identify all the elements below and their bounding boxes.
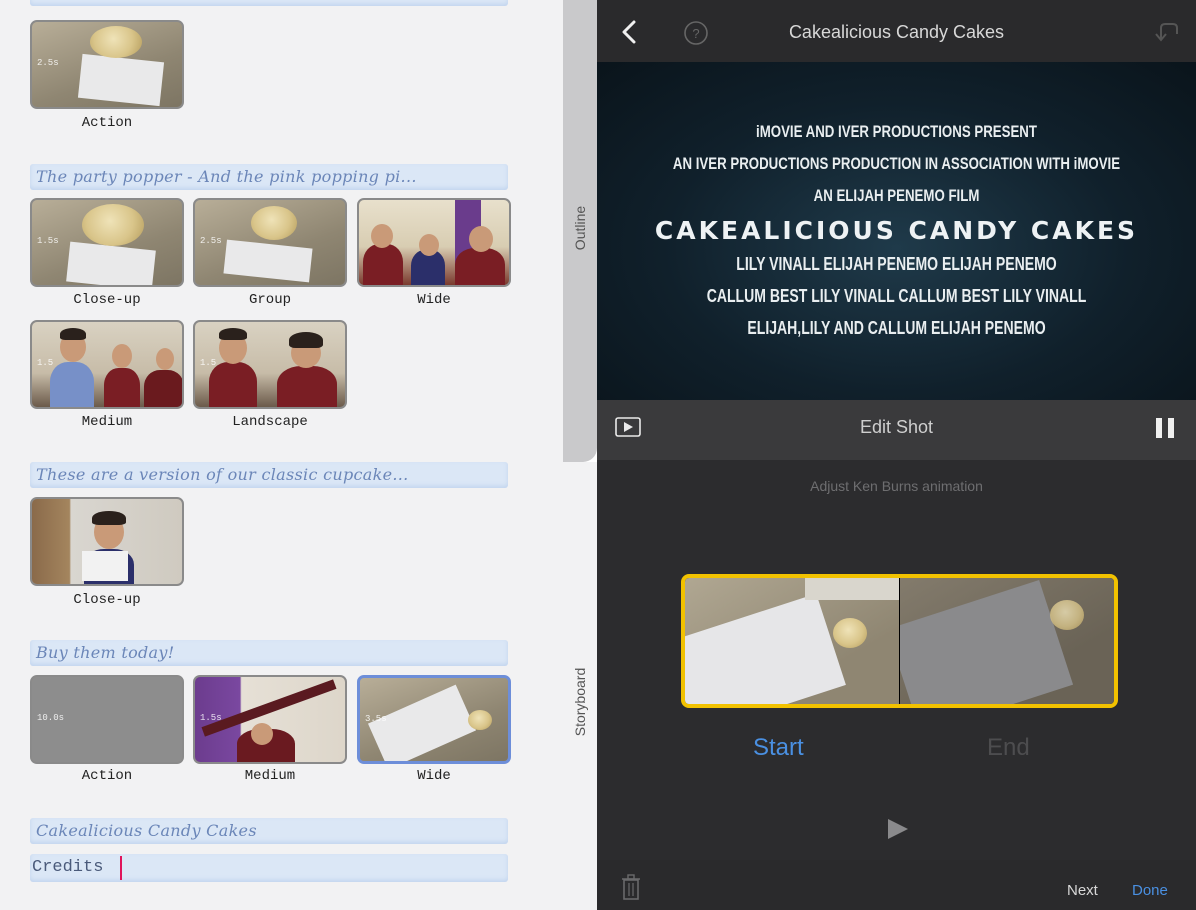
section-title: Buy them today! [36,643,175,662]
section-title-bar[interactable] [30,0,508,6]
shot-thumbnail-action[interactable]: 10.0s [30,675,184,764]
credits-field[interactable]: Credits [30,854,508,882]
play-icon[interactable] [886,818,910,840]
storyboard-tab-label: Storyboard [572,667,588,737]
undo-icon[interactable] [1153,20,1181,44]
credit-title: CAKEALICIOUS CANDY CAKES [654,216,1139,245]
shot-caption: Wide [417,768,451,784]
credit-line: iMOVIE AND IVER PRODUCTIONS PRESENT [756,122,1037,141]
shot-duration: 1.5s [37,236,59,246]
shot-caption: Medium [81,414,133,430]
shot-thumbnail-action[interactable]: 2.5s [30,20,184,109]
shot-thumbnail-close-up[interactable]: 1.5s [30,198,184,287]
shot-thumbnail-medium[interactable]: 1.5s [193,675,347,764]
shot-thumbnail-wide-selected[interactable]: 3.5s [357,675,511,764]
next-button[interactable]: Next [1067,882,1098,899]
shot-thumbnail-close-up[interactable] [30,497,184,586]
editor-top-bar: ? Cakealicious Candy Cakes [597,0,1196,62]
section-title-bar[interactable]: Buy them today! [30,640,508,666]
section-title-bar[interactable]: These are a version of our classic cupca… [30,462,508,488]
shot-caption: Action [81,768,133,784]
start-button[interactable]: Start [753,734,804,762]
credit-line: LILY VINALL ELIJAH PENEMO ELIJAH PENEMO [736,254,1057,274]
video-preview[interactable]: iMOVIE AND IVER PRODUCTIONS PRESENT AN I… [597,62,1196,400]
credit-line: ELIJAH,LILY AND CALLUM ELIJAH PENEMO [747,318,1046,338]
outline-tab-label: Outline [572,205,588,251]
shot-duration: 1.5 [200,358,217,368]
ken-burns-frame[interactable] [681,574,1118,708]
closing-title-bar[interactable]: Cakealicious Candy Cakes [30,818,508,844]
shot-caption: Close-up [73,592,141,608]
section-title-bar[interactable]: The party popper - And the pink popping … [30,164,508,190]
outline-tab[interactable]: Outline [563,0,597,462]
shot-duration: 3.5s [365,714,387,724]
shot-caption: Close-up [73,292,141,308]
closing-title: Cakealicious Candy Cakes [36,821,257,840]
shot-thumbnail-group[interactable]: 2.5s [193,198,347,287]
adjust-ken-burns-label: Adjust Ken Burns animation [810,478,983,494]
shot-caption: Group [248,292,291,308]
done-button[interactable]: Done [1132,882,1168,899]
pause-icon[interactable] [1154,416,1176,440]
section-title: These are a version of our classic cupca… [36,465,409,484]
editor-bottom-bar: Next Done [597,860,1196,910]
end-button[interactable]: End [987,734,1030,762]
editor-panel: ? Cakealicious Candy Cakes iMOVIE AND IV… [597,0,1196,910]
ken-burns-start-frame[interactable] [685,578,899,704]
credit-line: AN IVER PRODUCTIONS PRODUCTION IN ASSOCI… [672,154,1121,173]
shot-caption: Action [81,115,133,131]
storyboard-panel: 2.5s Action The party popper - And the p… [0,0,563,910]
project-title: Cakealicious Candy Cakes [788,22,1005,42]
edit-shot-label: Edit Shot [859,417,934,437]
shot-duration: 2.5s [200,236,222,246]
section-title: The party popper - And the pink popping … [36,167,417,186]
shot-duration: 10.0s [37,713,65,723]
shot-thumbnail-landscape[interactable]: 1.5 [193,320,347,409]
shot-caption: Medium [244,768,296,784]
shot-caption: Landscape [232,414,308,430]
shot-thumbnail-medium[interactable]: 1.5 [30,320,184,409]
credit-line: AN ELIJAH PENEMO FILM [813,186,980,205]
storyboard-tab[interactable]: Storyboard [563,462,597,910]
trash-icon[interactable] [621,874,641,900]
shot-thumbnail-wide[interactable] [357,198,511,287]
credit-line: CALLUM BEST LILY VINALL CALLUM BEST LILY… [706,286,1087,306]
shot-caption: Wide [417,292,451,308]
ken-burns-end-frame[interactable] [900,578,1114,704]
shot-duration: 2.5s [37,58,59,68]
credits-field-text: Credits [32,858,104,877]
shot-duration: 1.5s [200,713,222,723]
text-cursor [120,856,122,880]
ken-burns-panel: Adjust Ken Burns animation Start End [597,460,1196,860]
edit-shot-bar: Edit Shot [597,400,1196,460]
shot-duration: 1.5 [37,358,54,368]
